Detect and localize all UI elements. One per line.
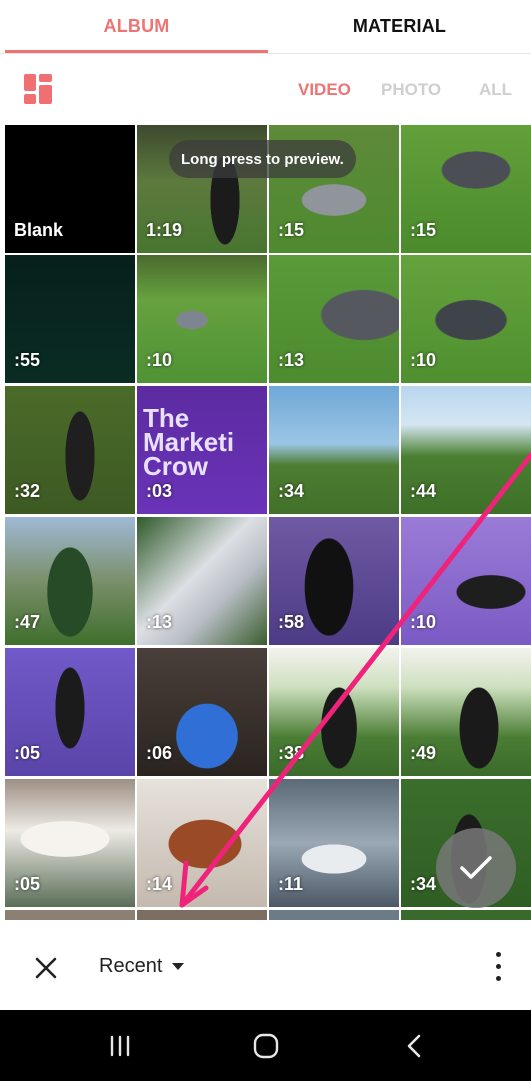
tile-label: Blank bbox=[14, 220, 64, 240]
home-icon bbox=[253, 1033, 279, 1058]
tile-duration: :10 bbox=[410, 350, 437, 370]
media-tile[interactable]: :13 bbox=[137, 517, 267, 645]
tile-duration: :10 bbox=[146, 350, 173, 370]
tile-duration: :34 bbox=[278, 481, 305, 501]
tile-duration: :32 bbox=[14, 481, 41, 501]
media-tile[interactable]: :58 bbox=[269, 517, 399, 645]
media-tile[interactable]: :47 bbox=[5, 517, 135, 645]
system-navigation-bar bbox=[0, 1010, 531, 1081]
tile-duration: :05 bbox=[14, 743, 41, 763]
tile-duration: :15 bbox=[278, 220, 305, 240]
caret-down-icon bbox=[172, 963, 185, 970]
more-options-button[interactable] bbox=[492, 952, 504, 982]
media-tile[interactable] bbox=[5, 910, 135, 920]
layout-grid-icon[interactable] bbox=[24, 74, 52, 104]
media-tile[interactable]: :34 bbox=[269, 386, 399, 514]
media-tile[interactable]: :15 bbox=[401, 125, 531, 253]
bottom-action-bar: Recent bbox=[0, 922, 531, 1010]
media-tile[interactable]: :38 bbox=[269, 648, 399, 776]
close-icon bbox=[35, 957, 57, 979]
tile-duration: :15 bbox=[410, 220, 437, 240]
home-button[interactable] bbox=[226, 1010, 306, 1081]
filter-all[interactable]: ALL bbox=[479, 80, 512, 100]
back-button[interactable] bbox=[374, 1010, 454, 1081]
tile-duration: :58 bbox=[278, 612, 305, 632]
tile-duration: :13 bbox=[278, 350, 305, 370]
media-tile[interactable]: :05 bbox=[5, 779, 135, 907]
preview-hint-toast: Long press to preview. bbox=[169, 140, 356, 178]
tile-duration: :49 bbox=[410, 743, 437, 763]
tile-duration: :10 bbox=[410, 612, 437, 632]
tile-duration: :05 bbox=[14, 874, 41, 894]
back-icon bbox=[407, 1034, 421, 1057]
media-tile[interactable] bbox=[269, 910, 399, 920]
media-tile[interactable]: :11 bbox=[269, 779, 399, 907]
media-tile[interactable]: :06 bbox=[137, 648, 267, 776]
tile-duration: :34 bbox=[410, 874, 437, 894]
tile-duration: :03 bbox=[146, 481, 173, 501]
media-tile[interactable]: :10 bbox=[137, 255, 267, 383]
confirm-button[interactable] bbox=[436, 828, 516, 908]
tile-duration: :38 bbox=[278, 743, 305, 763]
media-tile[interactable]: The Marketi Crow :03 bbox=[137, 386, 267, 514]
media-tile[interactable] bbox=[401, 910, 531, 920]
tile-duration: :11 bbox=[278, 874, 304, 894]
media-tile[interactable]: :13 bbox=[269, 255, 399, 383]
media-tile[interactable]: :44 bbox=[401, 386, 531, 514]
media-filter-bar: VIDEO PHOTO ALL bbox=[0, 54, 531, 125]
tile-duration: :06 bbox=[146, 743, 173, 763]
tile-duration: :13 bbox=[146, 612, 173, 632]
media-tile[interactable]: :05 bbox=[5, 648, 135, 776]
close-button[interactable] bbox=[33, 955, 59, 981]
tile-duration: :55 bbox=[14, 350, 41, 370]
media-tile[interactable]: :10 bbox=[401, 255, 531, 383]
recents-button[interactable] bbox=[80, 1010, 160, 1081]
media-grid: Blank 1:19 :15 :15 :55 :10 :13 :10 :32 T… bbox=[5, 125, 531, 920]
media-tile[interactable] bbox=[137, 910, 267, 920]
media-tile-blank[interactable]: Blank bbox=[5, 125, 135, 253]
recents-icon bbox=[110, 1035, 130, 1056]
media-tile[interactable]: :10 bbox=[401, 517, 531, 645]
top-tab-bar: ALBUM MATERIAL bbox=[0, 0, 531, 54]
tile-duration: :44 bbox=[410, 481, 437, 501]
media-tile[interactable]: :55 bbox=[5, 255, 135, 383]
tab-material[interactable]: MATERIAL bbox=[268, 0, 531, 52]
check-icon bbox=[460, 856, 492, 879]
media-tile[interactable]: :32 bbox=[5, 386, 135, 514]
tile-duration: :47 bbox=[14, 612, 41, 632]
tile-duration: :14 bbox=[146, 874, 173, 894]
album-selector[interactable]: Recent bbox=[99, 955, 185, 978]
tile-duration: 1:19 bbox=[146, 220, 183, 240]
filter-video[interactable]: VIDEO bbox=[298, 80, 351, 100]
tab-album[interactable]: ALBUM bbox=[5, 0, 268, 52]
thumbnail-text: The Marketi Crow bbox=[143, 403, 235, 481]
filter-photo[interactable]: PHOTO bbox=[381, 80, 441, 100]
media-tile[interactable]: :49 bbox=[401, 648, 531, 776]
album-selector-label: Recent bbox=[99, 955, 163, 977]
media-tile[interactable]: :14 bbox=[137, 779, 267, 907]
